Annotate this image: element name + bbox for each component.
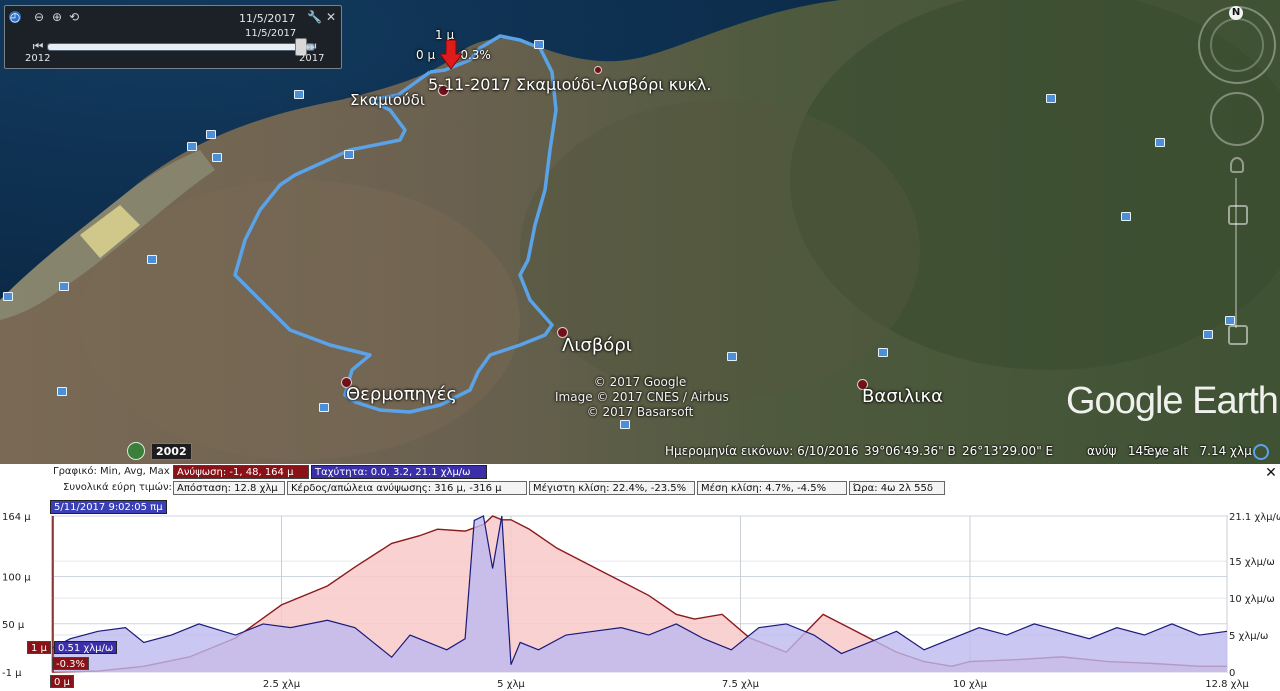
look-joystick-inner[interactable] (1210, 18, 1264, 72)
map-view[interactable]: 5-11-2017 Σκαμιούδι-Λισβόρι κυκλ. Σκαμιο… (0, 0, 1280, 464)
end-year-label: 2017 (299, 53, 325, 64)
y-left-tick-label: -1 μ (2, 668, 22, 679)
y-left-tick-label: 50 μ (2, 620, 25, 631)
poi-pin-icon[interactable] (59, 282, 69, 291)
cursor-speed: 0.51 χλμ/ω (54, 641, 118, 654)
elevation-profile-chart[interactable]: 164 μ 100 μ 50 μ -1 μ 21.1 χλμ/ω 15 χλμ/ω 10 χ… (0, 464, 1280, 691)
x-tick-label: 12.8 χλμ (1205, 679, 1249, 690)
poi-pin-icon[interactable] (1203, 330, 1213, 339)
clock-icon[interactable]: ◴ (9, 11, 21, 23)
start-year-label: 2012 (25, 53, 51, 64)
place-label-vasilika[interactable]: Βασιλικα (862, 386, 943, 407)
place-label-thermopiges[interactable]: Θερμοπηγές (346, 384, 457, 405)
place-dot[interactable] (594, 66, 602, 74)
poi-pin-icon[interactable] (1225, 316, 1235, 325)
poi-pin-icon[interactable] (344, 150, 354, 159)
elevation-stats[interactable]: Ανύψωση: -1, 48, 164 μ (173, 465, 309, 479)
status-bar: Ημερομηνία εικόνων: 6/10/2016 39°06'49.3… (0, 441, 1280, 463)
credit-line: Image © 2017 CNES / Airbus (555, 390, 729, 404)
zoom-slider[interactable] (1235, 178, 1237, 328)
cursor-timestamp: 5/11/2017 9:02:05 πμ (50, 500, 167, 514)
poi-pin-icon[interactable] (319, 403, 329, 412)
graph-stats-label: Γραφικό: Min, Avg, Max (53, 466, 170, 477)
zoom-out-time-icon[interactable]: ⊖ (33, 11, 45, 23)
poi-pin-icon[interactable] (187, 142, 197, 151)
y-right-tick-label: 0 (1229, 668, 1235, 679)
y-left-tick-label: 164 μ (2, 512, 31, 523)
place-label-lisvori[interactable]: Λισβόρι (562, 335, 632, 356)
y-left-tick-label: 100 μ (2, 573, 31, 584)
poi-pin-icon[interactable] (1155, 138, 1165, 147)
skip-forward-icon[interactable]: ⏭ (305, 40, 317, 52)
poi-pin-icon[interactable] (1046, 94, 1056, 103)
knob-date-label: 11/5/2017 (245, 28, 297, 39)
skip-back-icon[interactable]: ⏮ (32, 40, 44, 52)
x-tick-label: 7.5 χλμ (722, 679, 760, 690)
totals-label: Συνολικά εύρη τιμών: (63, 482, 172, 493)
wrench-icon[interactable]: 🔧 (307, 11, 322, 23)
time-stat[interactable]: Ώρα: 4ω 2λ 55δ (849, 481, 945, 495)
y-right-tick-label: 21.1 χλμ/ω (1229, 512, 1280, 523)
poi-pin-icon[interactable] (212, 153, 222, 162)
place-label-skamioudi[interactable]: Σκαμιούδι (350, 91, 425, 109)
x-tick-label: 2.5 χλμ (263, 679, 301, 690)
longitude-readout: 26°13'29.00" Ε (962, 444, 1054, 458)
poi-pin-icon[interactable] (534, 40, 544, 49)
north-indicator[interactable]: N (1229, 6, 1243, 20)
cursor-distance: 0 μ (50, 675, 74, 688)
distance-stat[interactable]: Απόσταση: 12.8 χλμ (173, 481, 285, 495)
marker-dist-label: 0 μ (416, 48, 436, 62)
poi-pin-icon[interactable] (206, 130, 216, 139)
gain-loss-stat[interactable]: Κέρδος/απώλεια ανύψωσης: 316 μ, -316 μ (287, 481, 527, 495)
zoom-in-button[interactable] (1228, 205, 1248, 225)
time-slider-track[interactable] (47, 38, 315, 56)
elevation-profile-panel: 164 μ 100 μ 50 μ -1 μ 21.1 χλμ/ω 15 χλμ/ω 10 χ… (0, 464, 1280, 691)
google-earth-logo: Google Earth (1066, 380, 1279, 422)
y-right-tick-label: 10 χλμ/ω (1229, 594, 1275, 605)
streaming-indicator-icon (1253, 444, 1269, 460)
credit-line: © 2017 Google (593, 375, 687, 389)
speed-stats[interactable]: Ταχύτητα: 0.0, 3.2, 21.1 χλμ/ω (311, 465, 487, 479)
credit-line: © 2017 Basarsoft (586, 405, 694, 419)
time-slider-panel[interactable]: ◴ ⊖ ⊕ ⟲ 11/5/2017 🔧 ✕ 11/5/2017 ⏮ ⏭ 2012… (4, 5, 342, 69)
imagery-date: Ημερομηνία εικόνων: 6/10/2016 (665, 444, 859, 458)
poi-pin-icon[interactable] (620, 420, 630, 429)
y-right-tick-label: 15 χλμ/ω (1229, 557, 1275, 568)
poi-pin-icon[interactable] (1121, 212, 1131, 221)
cursor-slope: -0.3% (52, 657, 90, 670)
close-icon[interactable]: ✕ (1264, 466, 1278, 480)
track-title-label[interactable]: 5-11-2017 Σκαμιούδι-Λισβόρι κυκλ. (428, 75, 711, 94)
eye-altitude-readout: eye alt 7.14 χλμ (1147, 444, 1252, 458)
poi-pin-icon[interactable] (878, 348, 888, 357)
avg-slope-stat[interactable]: Μέση κλίση: 4.7%, -4.5% (697, 481, 847, 495)
current-date-label: 11/5/2017 (239, 12, 296, 25)
position-arrow-icon[interactable] (440, 40, 462, 70)
imagery-credits: © 2017 Google Image © 2017 CNES / Airbus… (555, 375, 729, 420)
latitude-readout: 39°06'49.36" Β (864, 444, 956, 458)
x-tick-label: 5 χλμ (497, 679, 525, 690)
poi-pin-icon[interactable] (147, 255, 157, 264)
x-tick-label: 10 χλμ (953, 679, 988, 690)
move-joystick[interactable] (1210, 92, 1264, 146)
close-icon[interactable]: ✕ (325, 11, 337, 23)
max-slope-stat[interactable]: Μέγιστη κλίση: 22.4%, -23.5% (529, 481, 695, 495)
y-right-tick-label: 5 χλμ/ω (1229, 631, 1268, 642)
poi-pin-icon[interactable] (3, 292, 13, 301)
time-slider-fill (48, 44, 301, 50)
poi-pin-icon[interactable] (727, 352, 737, 361)
poi-pin-icon[interactable] (294, 90, 304, 99)
zoom-out-button[interactable] (1228, 325, 1248, 345)
zoom-in-time-icon[interactable]: ⊕ (51, 11, 63, 23)
time-options-icon[interactable]: ⟲ (68, 11, 80, 23)
poi-pin-icon[interactable] (57, 387, 67, 396)
street-view-pegman-icon[interactable] (1230, 157, 1244, 173)
cursor-elevation: 1 μ (27, 641, 51, 654)
